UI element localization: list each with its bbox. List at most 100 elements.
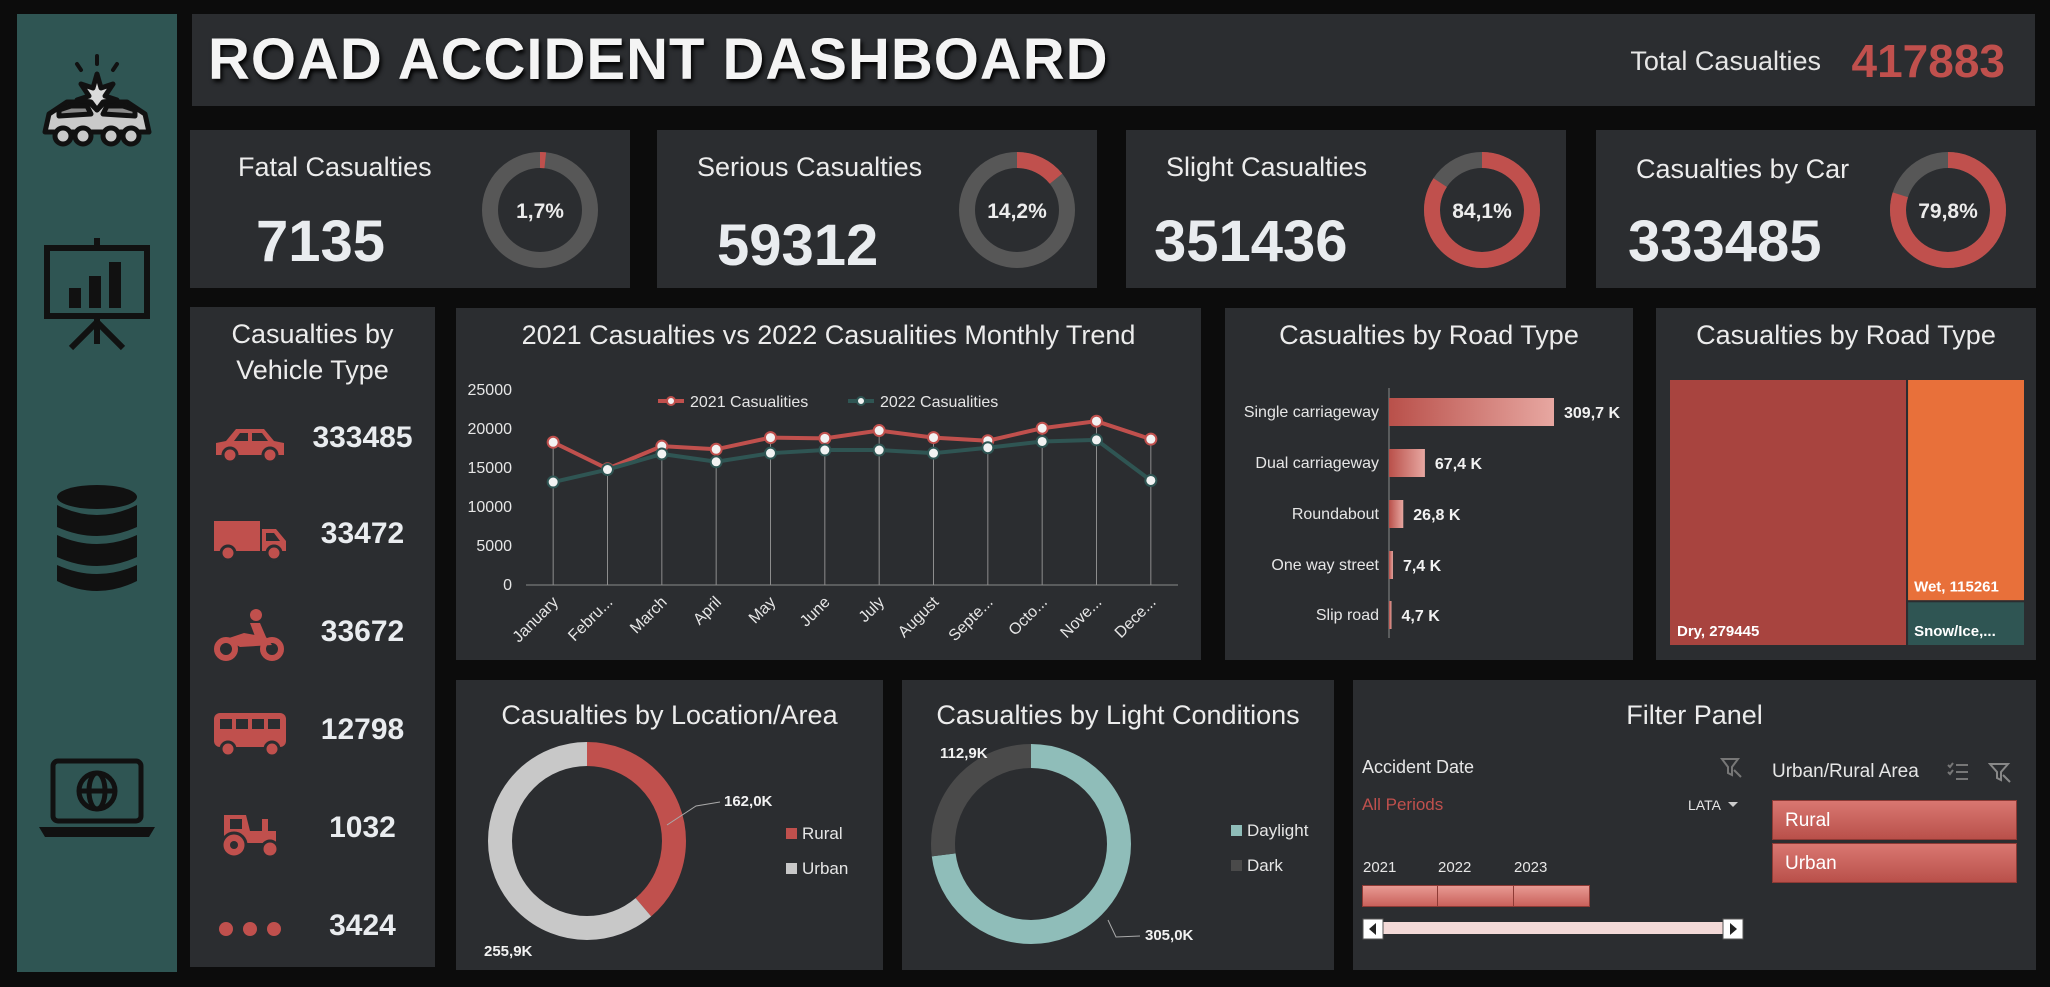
x-tick-label: June <box>797 594 834 631</box>
location-donut-chart[interactable]: 162,0K Rural 255,9K Urban <box>456 680 883 970</box>
series-line <box>552 437 1153 484</box>
kpi-percent: 1,7% <box>516 200 564 223</box>
data-point <box>764 431 777 445</box>
clear-filter-icon[interactable] <box>1720 756 1742 778</box>
vehicle-row[interactable]: 1032 <box>210 801 425 861</box>
road-type-bar-panel: Casualties by Road Type Single carriagew… <box>1225 308 1633 660</box>
vehicle-value: 33472 <box>320 517 405 550</box>
timeline-year: 2022 <box>1438 859 1472 876</box>
clear-area-filter-icon[interactable] <box>1988 761 2012 783</box>
category-label: Dual carriageway <box>1255 455 1379 472</box>
data-point <box>981 441 995 455</box>
data-point <box>709 442 723 456</box>
vehicle-type-panel: Casualties by Vehicle Type 333485 33472 <box>190 307 435 967</box>
y-tick-label: 15000 <box>468 460 513 477</box>
chevron-down-icon[interactable] <box>1727 801 1739 809</box>
kpi-percent: 79,8% <box>1918 200 1978 223</box>
treemap-label: Dry, 279445 <box>1677 623 1759 640</box>
vehicle-row[interactable]: 3424 <box>210 899 425 959</box>
category-label: One way street <box>1271 557 1379 574</box>
legend-swatch <box>1231 860 1242 871</box>
bus-icon <box>214 713 286 758</box>
bar-value-label: 7,4 K <box>1403 558 1442 575</box>
timeline-scrollbar[interactable] <box>1372 922 1732 934</box>
tractor-icon <box>220 815 280 859</box>
kpi-card-car[interactable]: Casualties by Car 333485 79,8% <box>1596 130 2036 288</box>
trend-chart[interactable]: 0 5000 10000 15000 20000 25000 January Febru...… <box>456 308 1201 660</box>
bar-value-label: 67,4 K <box>1435 456 1483 473</box>
header-bar: ROAD ACCIDENT DASHBOARD Total Casualties… <box>192 14 2035 106</box>
data-point <box>1144 432 1158 446</box>
light-donut-panel: Casualties by Light Conditions 305,0K Day… <box>902 680 1334 970</box>
kpi-percent: 14,2% <box>987 200 1047 223</box>
x-tick-label: Septe... <box>946 594 997 645</box>
bar-value-label: 26,8 K <box>1413 507 1461 524</box>
scroll-right-icon[interactable] <box>1722 918 1744 940</box>
y-tick-label: 10000 <box>468 499 513 516</box>
x-tick-label: Octo... <box>1006 594 1051 639</box>
legend-swatch <box>1231 825 1242 836</box>
kpi-value: 351436 <box>1154 209 1348 274</box>
kpi-value: 333485 <box>1628 209 1822 274</box>
legend-marker <box>856 396 866 406</box>
kpi-card-serious[interactable]: Serious Casualties 59312 14,2% <box>657 130 1097 288</box>
leader-line <box>1107 919 1141 938</box>
vehicle-value: 333485 <box>312 421 413 454</box>
dashboard-title: ROAD ACCIDENT DASHBOARD <box>208 27 1109 92</box>
legend-label: Rural <box>802 824 843 843</box>
laptop-globe-icon[interactable] <box>37 739 157 859</box>
total-casualties-label: Total Casualties <box>1630 46 1821 76</box>
car-icon <box>216 429 284 464</box>
road-type-bar-chart[interactable]: Single carriageway 309,7 K Dual carriagewa… <box>1225 308 1633 660</box>
more-dots-icon <box>219 922 281 936</box>
treemap-tile-dry <box>1668 378 1909 647</box>
road-surface-treemap[interactable]: Dry, 279445 Wet, 115261 Snow/Ice,... <box>1656 308 2036 660</box>
vehicle-value: 33672 <box>320 615 405 648</box>
filter-panel-title: Filter Panel <box>1626 700 1763 730</box>
area-option-rural[interactable]: Rural <box>1772 800 2017 840</box>
y-tick-label: 25000 <box>468 382 513 399</box>
total-casualties-value: 417883 <box>1851 35 2006 87</box>
data-point <box>818 431 832 445</box>
vehicle-row[interactable]: 33472 <box>210 507 425 567</box>
series-line <box>552 419 1152 471</box>
slice-value-label: 255,9K <box>484 943 533 960</box>
kpi-label: Slight Casualties <box>1166 152 1368 182</box>
x-tick-label: April <box>690 594 725 629</box>
data-point <box>764 446 777 460</box>
data-point <box>872 424 886 438</box>
kpi-card-slight[interactable]: Slight Casualties 351436 84,1% <box>1126 130 1566 288</box>
y-tick-label: 20000 <box>468 421 513 438</box>
database-icon[interactable] <box>37 479 157 599</box>
data-point <box>546 435 560 449</box>
area-option-urban[interactable]: Urban <box>1772 843 2017 883</box>
kpi-donut: 79,8% <box>1890 152 2006 268</box>
bar <box>1389 449 1425 477</box>
x-tick-label: May <box>746 594 779 627</box>
data-point <box>709 455 723 469</box>
x-tick-label: August <box>895 593 943 641</box>
kpi-value: 59312 <box>717 213 879 278</box>
x-tick-label: January <box>510 594 562 646</box>
car-crash-icon[interactable] <box>37 44 157 164</box>
kpi-label: Fatal Casualties <box>238 152 432 182</box>
location-donut-panel: Casualties by Location/Area 162,0K Rural 2… <box>456 680 883 970</box>
vehicle-row[interactable]: 333485 <box>210 411 425 471</box>
legend-label: 2022 Casualities <box>880 394 998 411</box>
legend-label: Dark <box>1247 856 1283 875</box>
x-tick-label: Dece... <box>1112 594 1160 642</box>
kpi-card-fatal[interactable]: Fatal Casualties 7135 1,7% <box>190 130 630 288</box>
timeline-granularity[interactable]: LATA <box>1688 797 1721 813</box>
scroll-left-icon[interactable] <box>1362 918 1384 940</box>
timeline-year: 2021 <box>1363 859 1397 876</box>
vehicle-row[interactable]: 33672 <box>210 605 425 665</box>
multi-select-icon[interactable] <box>1946 761 1970 783</box>
slice-value-label: 112,9K <box>940 745 988 762</box>
light-donut-chart[interactable]: 305,0K Daylight 112,9K Dark <box>902 680 1334 970</box>
data-point <box>1035 421 1049 435</box>
vehicle-row[interactable]: 12798 <box>210 703 425 763</box>
timeline-bar[interactable] <box>1362 885 1590 907</box>
treemap-label: Snow/Ice,... <box>1914 623 1996 640</box>
legend-label: 2021 Casualities <box>690 394 808 411</box>
presentation-chart-icon[interactable] <box>37 234 157 354</box>
